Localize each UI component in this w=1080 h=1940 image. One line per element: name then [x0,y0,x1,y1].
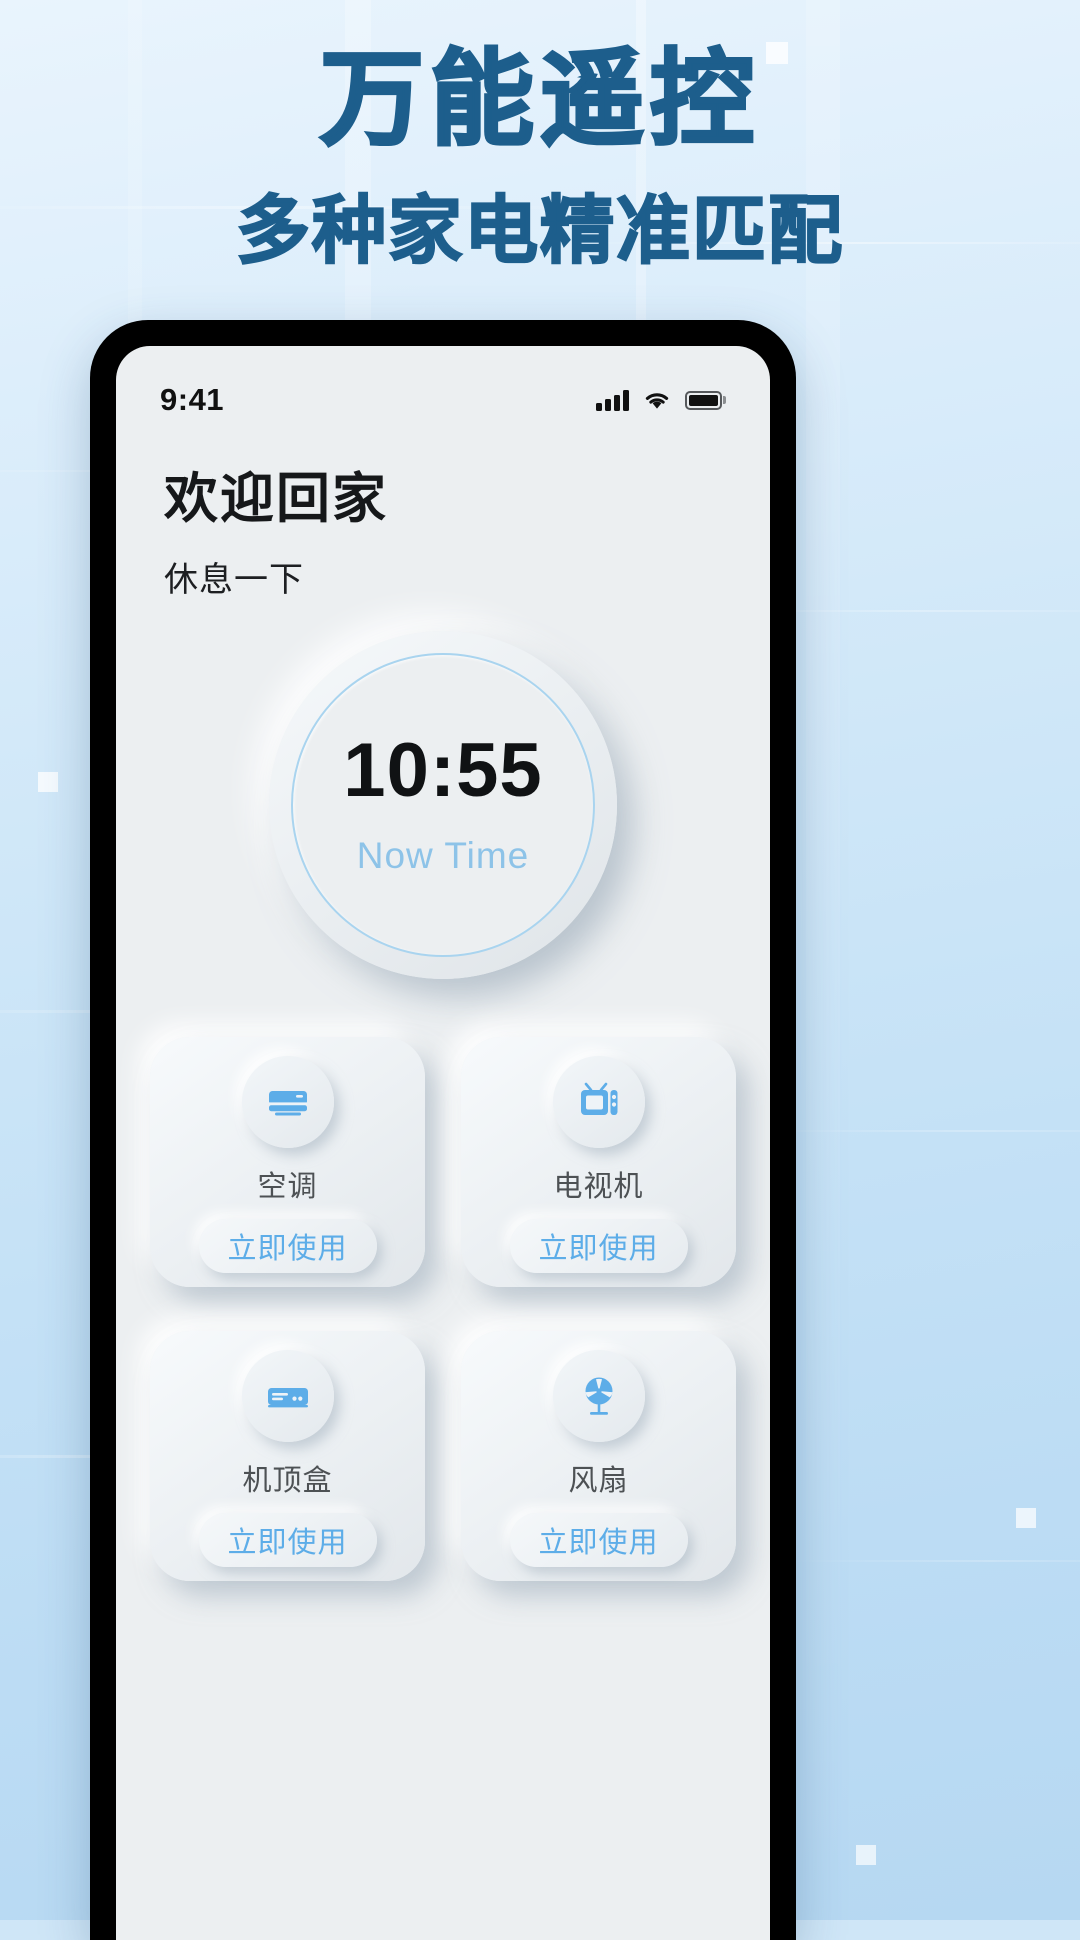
device-name: 电视机 [553,1170,644,1203]
device-card-air-conditioner[interactable]: 空调 立即使用 [150,1036,425,1287]
bg-streak [760,1130,1080,1132]
status-bar-time: 9:41 [160,382,225,417]
promo-headline: 万能遥控 多种家电精准匹配 [0,0,1080,272]
status-bar: 9:41 [116,346,770,438]
phone-mockup: 9:41 欢迎回家 休息一下 10:55 Now Time 空调 立即使用 电视… [90,320,796,1940]
status-bar-icons [596,389,726,411]
bg-square [38,772,58,792]
use-now-button[interactable]: 立即使用 [509,1218,688,1273]
greeting-subtitle: 休息一下 [164,560,304,599]
greeting-block: 欢迎回家 休息一下 [116,438,770,601]
device-card-fan[interactable]: 风扇 立即使用 [461,1330,736,1581]
battery-full-icon [684,390,726,410]
device-name: 空调 [257,1170,318,1203]
device-grid: 空调 立即使用 电视机 立即使用 机顶盒 立即使用 风扇 立即使用 [116,1036,770,1581]
bg-square [1016,1508,1036,1528]
clock-dial-outer[interactable]: 10:55 Now Time [269,630,617,979]
set-top-box-icon [241,1349,334,1442]
device-card-television[interactable]: 电视机 立即使用 [461,1036,736,1287]
device-name: 风扇 [568,1464,629,1497]
clock-section: 10:55 Now Time [116,630,770,979]
bg-light-beam [806,0,840,1920]
wifi-icon [645,393,668,409]
bg-square [856,1845,876,1865]
clock-time: 10:55 [343,727,543,813]
clock-dial-inner: 10:55 Now Time [291,652,595,957]
use-now-button[interactable]: 立即使用 [198,1218,377,1273]
page-title: 万能遥控 [318,42,760,158]
phone-screen: 9:41 欢迎回家 休息一下 10:55 Now Time 空调 立即使用 电视… [116,346,770,1940]
clock-label: Now Time [356,834,530,876]
air-conditioner-icon [241,1055,334,1148]
device-card-set-top-box[interactable]: 机顶盒 立即使用 [150,1330,425,1581]
cellular-signal-icon [596,389,629,411]
use-now-button[interactable]: 立即使用 [509,1512,688,1567]
greeting-title: 欢迎回家 [164,469,388,529]
device-name: 机顶盒 [242,1464,333,1497]
use-now-button[interactable]: 立即使用 [198,1512,377,1567]
fan-icon [552,1349,645,1442]
bg-streak [790,1560,1080,1562]
television-icon [552,1055,645,1148]
page-subtitle: 多种家电精准匹配 [235,189,844,272]
